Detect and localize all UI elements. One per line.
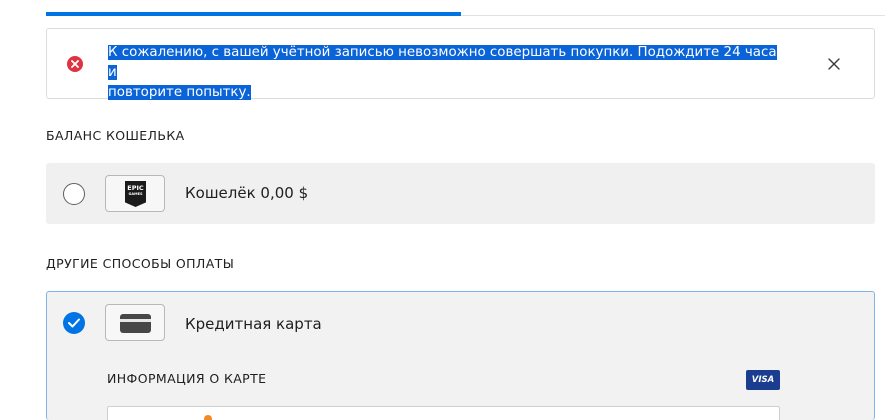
- card-number-input[interactable]: [107, 406, 780, 420]
- credit-card-icon: [120, 314, 151, 333]
- close-icon[interactable]: [825, 55, 843, 73]
- other-methods-section-label: ДРУГИЕ СПОСОБЫ ОПЛАТЫ: [46, 256, 235, 271]
- credit-card-radio-checked[interactable]: [63, 312, 85, 334]
- alert-message-line-1: К сожалению, с вашей учётной записью нев…: [108, 45, 777, 80]
- epic-games-logo-icon: EPIC GAMES: [125, 181, 146, 207]
- epic-logo-text: EPIC: [127, 184, 144, 192]
- epic-logo-subtext: GAMES: [128, 192, 143, 196]
- alert-message: К сожалению, с вашей учётной записью нев…: [108, 43, 788, 103]
- wallet-radio[interactable]: [63, 183, 85, 205]
- card-input-indicator-icon: [204, 415, 212, 420]
- card-info-label: ИНФОРМАЦИЯ О КАРТЕ: [107, 371, 267, 386]
- wallet-logo-box: EPIC GAMES: [105, 175, 165, 212]
- checkout-payment-page: К сожалению, с вашей учётной записью нев…: [0, 0, 885, 420]
- wallet-option-label: Кошелёк 0,00 $: [185, 184, 309, 202]
- credit-card-logo-box: [105, 304, 165, 341]
- active-tab-indicator: [46, 12, 461, 16]
- error-alert: К сожалению, с вашей учётной записью нев…: [46, 28, 875, 100]
- error-x-icon: [67, 56, 83, 72]
- credit-card-option-label: Кредитная карта: [185, 315, 322, 333]
- wallet-payment-option[interactable]: EPIC GAMES Кошелёк 0,00 $: [46, 163, 875, 224]
- alert-message-line-2: повторите попытку.: [108, 85, 251, 100]
- credit-card-payment-option[interactable]: Кредитная карта ИНФОРМАЦИЯ О КАРТЕ VISA: [46, 291, 875, 420]
- visa-badge: VISA: [746, 370, 780, 390]
- wallet-section-label: БАЛАНС КОШЕЛЬКА: [46, 128, 185, 143]
